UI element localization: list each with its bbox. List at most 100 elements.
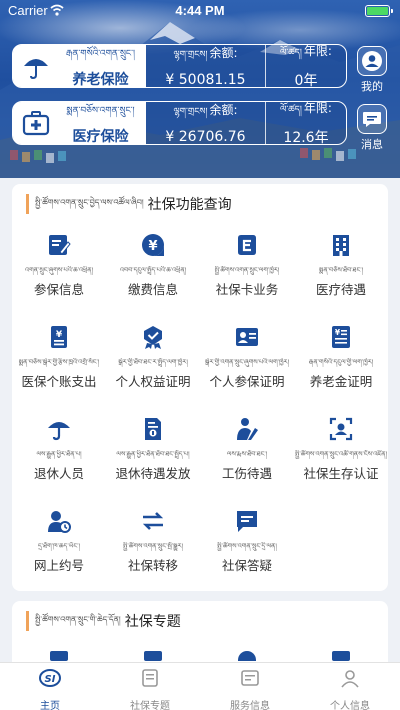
pension-amount-label: 余额: — [209, 46, 238, 60]
messages-label: 消息 — [361, 138, 383, 151]
function-panel-title: སྤྱི་ཚོགས་འགན་སྲུང་བྱེད་ལས་འཚོལ་ཞིབ། 社保功… — [26, 194, 232, 214]
header-banner: Carrier 4:44 PM རྒན་གསོའི་འགན་སྲུང་། 养老保… — [0, 0, 400, 178]
personal-rights-certificate-label: 个人权益证明 — [115, 374, 191, 389]
chat-answer-icon — [237, 511, 257, 532]
pension-balance: ¥ 50081.15 — [165, 72, 246, 88]
topic-book-icon — [142, 669, 158, 687]
messages-button[interactable]: 消息 — [356, 104, 388, 152]
topic-item-3-icon[interactable] — [238, 651, 256, 661]
personal-insured-certificate-label: 个人参保证明 — [209, 374, 285, 389]
mountain-background — [0, 22, 400, 178]
personal-insured-certificate-tibetan: སྒེར་གྱི་འགན་སྲུང་ཞུགས་པའི་ལག་ཁྱེར། — [204, 358, 290, 366]
work-injury-benefit-item[interactable]: ལས་རྨས་ཐོབ་ཐང་། 工伤待遇 — [200, 406, 294, 498]
pension-insurance-card[interactable]: རྒན་གསོའི་འགན་སྲུང་། 养老保险 ལྷག་གྲངས། 余额: ¥… — [12, 44, 347, 89]
social-card-tibetan: སྤྱི་ཚོགས་འགན་སྲུང་ལག་ཁྱེར། — [214, 266, 280, 274]
form-edit-icon — [49, 235, 71, 255]
medical-benefit-item[interactable]: སྨན་བཅོས་ཐོབ་ཐང་། 医疗待遇 — [294, 222, 388, 314]
medical-card-label: སྨན་བཅོས་འགན་སྲུང་། 医疗保险 — [13, 102, 146, 145]
insured-info-tibetan: འགན་སྲུང་ཞུགས་པའི་ཆ་འཕྲིན། — [24, 266, 94, 274]
payment-info-item[interactable]: ¥ འབབ་དངུལ་སྤྲོད་པའི་ཆ་འཕྲིན། 缴费信息 — [106, 222, 200, 314]
pension-name: 养老保险 — [72, 71, 129, 88]
survival-verification-label: 社保生存认证 — [303, 466, 379, 481]
retire-document-icon — [145, 418, 161, 440]
social-security-transfer-label: 社保转移 — [127, 558, 178, 573]
medical-account-expense-item[interactable]: ¥ སྨན་བཅོས་སྒེར་གྱི་རྩིས་ཁྲའི་འགྲོ་སོང་།… — [12, 314, 106, 406]
bottom-tab-bar: SI 主页 社保专题 服务信息 个人信息 — [0, 662, 400, 710]
tab-home[interactable]: SI 主页 — [0, 663, 100, 710]
online-appointment-item[interactable]: དྲ་ཐོག་ཁ་ཆད་ཡོང་། 网上约号 — [12, 498, 106, 590]
medical-benefit-tibetan: སྨན་བཅོས་ཐོབ་ཐང་། — [318, 266, 364, 274]
medical-years-label: 年限: — [303, 101, 332, 115]
yen-circle-icon: ¥ — [142, 234, 164, 256]
social-security-qa-tibetan: སྤྱི་ཚོགས་འགན་སྲུང་དྲི་ལན། — [217, 542, 277, 550]
medical-years: 12.6年 — [283, 130, 329, 146]
social-card-label: 社保卡业务 — [215, 282, 279, 297]
topic-item-2-icon[interactable] — [144, 651, 162, 661]
pension-years-label: 年限: — [303, 44, 332, 58]
tab-topics[interactable]: 社保专题 — [100, 663, 200, 710]
tab-personal-info[interactable]: 个人信息 — [300, 663, 400, 710]
work-injury-benefit-label: 工伤待遇 — [221, 466, 272, 481]
topic-panel-title-text: 社保专题 — [124, 614, 181, 630]
retirement-payment-label: 退休待遇发放 — [115, 466, 191, 481]
survival-verification-tibetan: སྤྱི་ཚོགས་འགན་སྲུང་འཚོ་གནས་ངོས་འཛིན། — [294, 450, 388, 458]
function-query-panel: སྤྱི་ཚོགས་འགན་སྲུང་བྱེད་ལས་འཚོལ་ཞིབ། 社保功… — [12, 184, 388, 591]
topic-item-1-icon[interactable] — [50, 651, 68, 661]
rights-badge-icon — [144, 326, 162, 349]
medical-insurance-card[interactable]: སྨན་བཅོས་འགན་སྲུང་། 医疗保险 ལྷག་གྲངས། 余额: ¥ … — [12, 101, 347, 146]
retirees-item[interactable]: ལས་རྒྱུན་ཕྱིར་ཐོན་པ། 退休人员 — [12, 406, 106, 498]
umbrella-person-icon — [48, 422, 70, 441]
insured-info-label: 参保信息 — [33, 282, 84, 297]
personal-rights-certificate-item[interactable]: སྒེར་གྱི་ཐོབ་ཐང་ར་སྤྲོད་ལག་ཁྱེར། 个人权益证明 — [106, 314, 200, 406]
face-verify-icon — [329, 417, 353, 441]
person-card-icon — [236, 328, 258, 346]
personal-rights-certificate-tibetan: སྒེར་གྱི་ཐོབ་ཐང་ར་སྤྲོད་ལག་ཁྱེར། — [118, 358, 188, 366]
social-security-qa-label: 社保答疑 — [221, 558, 272, 573]
payment-info-label: 缴费信息 — [127, 282, 178, 297]
retirement-payment-tibetan: ལས་རྒྱུན་ཕྱིར་ཐོན་ཐོབ་ཐང་སྤྲོད་པ། — [116, 450, 190, 458]
pension-certificate-item[interactable]: ¥ རྒན་གསོའི་དངུལ་གྱི་ལག་ཁྱེར། 养老金证明 — [294, 314, 388, 406]
hospital-building-icon — [333, 235, 349, 256]
medical-account-expense-label: 医保个账支出 — [21, 374, 97, 389]
pension-doc-icon: ¥ — [332, 326, 350, 348]
tab-service-info[interactable]: 服务信息 — [200, 663, 300, 710]
user-appointment-icon — [48, 511, 71, 533]
tab-personal-info-label: 个人信息 — [330, 701, 370, 710]
pension-amount-label-tibetan: ལྷག་གྲངས། — [173, 50, 208, 60]
my-account-label: 我的 — [361, 80, 383, 93]
pension-years: 0年 — [294, 73, 318, 89]
my-account-button[interactable]: 我的 — [356, 46, 388, 94]
social-security-transfer-item[interactable]: སྤྱི་ཚོགས་འགན་སྲུང་སྤོ་སྒྱུར། 社保转移 — [106, 498, 200, 590]
medical-account-expense-tibetan: སྨན་བཅོས་སྒེར་གྱི་རྩིས་ཁྲའི་འགྲོ་སོང་། — [18, 358, 100, 366]
topic-item-4-icon[interactable] — [332, 651, 350, 661]
medical-benefit-label: 医疗待遇 — [315, 282, 366, 297]
social-security-qa-item[interactable]: སྤྱི་ཚོགས་འགན་སྲུང་དྲི་ལན། 社保答疑 — [200, 498, 294, 590]
personal-account-icon: ¥ — [51, 326, 67, 348]
battery-icon — [365, 5, 393, 17]
status-bar: Carrier 4:44 PM — [0, 0, 400, 22]
pension-certificate-label: 养老金证明 — [309, 374, 373, 389]
insured-info-item[interactable]: འགན་སྲུང་ཞུགས་པའི་ཆ་འཕྲིན། 参保信息 — [12, 222, 106, 314]
tab-home-label: 主页 — [40, 701, 60, 710]
person-info-icon — [341, 670, 359, 688]
social-security-transfer-tibetan: སྤྱི་ཚོགས་འགན་སྲུང་སྤོ་སྒྱུར། — [122, 542, 184, 550]
retirement-payment-item[interactable]: ལས་རྒྱུན་ཕྱིར་ཐོན་ཐོབ་ཐང་སྤྲོད་པ། 退休待遇发放 — [106, 406, 200, 498]
pension-card-label: རྒན་གསོའི་འགན་སྲུང་། 养老保险 — [13, 45, 146, 88]
si-logo-icon: SI — [39, 669, 61, 687]
pension-years-label-tibetan: ལོ་ཚད། — [280, 48, 302, 58]
function-panel-title-tibetan: སྤྱི་ཚོགས་འགན་སྲུང་བྱེད་ལས་འཚོལ་ཞིབ། — [35, 197, 144, 207]
medical-amount-label: 余额: — [209, 103, 238, 117]
medical-name-tibetan: སྨན་བཅོས་འགན་སྲུང་། — [66, 105, 135, 116]
social-card-item[interactable]: སྤྱི་ཚོགས་འགན་སྲུང་ལག་ཁྱེར། 社保卡业务 — [200, 222, 294, 314]
status-time: 4:44 PM — [175, 3, 225, 18]
user-avatar-icon — [362, 51, 382, 71]
work-injury-benefit-tibetan: ལས་རྨས་ཐོབ་ཐང་། — [226, 450, 268, 458]
umbrella-icon — [24, 59, 48, 80]
personal-insured-certificate-item[interactable]: སྒེར་གྱི་འགན་སྲུང་ཞུགས་པའི་ལག་ཁྱེར། 个人参保… — [200, 314, 294, 406]
service-info-icon — [241, 670, 259, 686]
pension-name-tibetan: རྒན་གསོའི་འགན་སྲུང་། — [66, 48, 135, 59]
svg-text:¥: ¥ — [148, 239, 157, 254]
pension-certificate-tibetan: རྒན་གསོའི་དངུལ་གྱི་ལག་ཁྱེར། — [308, 358, 374, 366]
function-panel-title-text: 社保功能查询 — [147, 197, 232, 213]
survival-verification-item[interactable]: སྤྱི་ཚོགས་འགན་སྲུང་འཚོ་གནས་ངོས་འཛིན། 社保生… — [294, 406, 388, 498]
